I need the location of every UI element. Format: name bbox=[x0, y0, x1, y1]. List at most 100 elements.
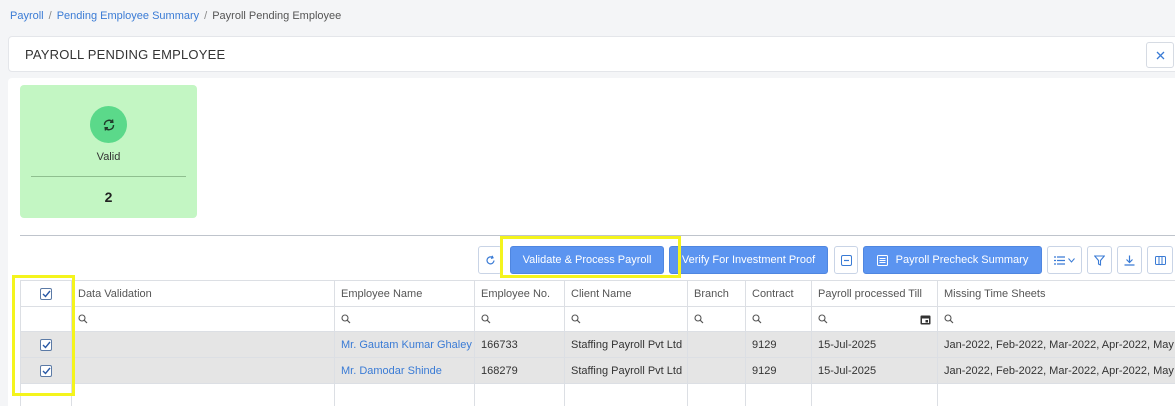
filter-icon bbox=[1094, 254, 1105, 266]
close-icon bbox=[1156, 51, 1164, 59]
cell-employee-no: 168279 bbox=[475, 358, 565, 384]
column-header-contract[interactable]: Contract bbox=[746, 280, 812, 307]
cell-payroll-till: 15-Jul-2025 bbox=[812, 358, 938, 384]
column-chooser-button[interactable] bbox=[1047, 246, 1082, 274]
column-header-branch[interactable]: Branch bbox=[688, 280, 746, 307]
chevron-down-icon bbox=[1068, 257, 1075, 263]
validate-process-payroll-button[interactable]: Validate & Process Payroll bbox=[510, 246, 664, 274]
select-all-checkbox[interactable] bbox=[40, 287, 52, 300]
filter-contract[interactable] bbox=[746, 307, 812, 332]
table-row[interactable]: Mr. Damodar Shinde 168279 Staffing Payro… bbox=[20, 358, 1175, 384]
column-header-payroll-till[interactable]: Payroll processed Till bbox=[812, 280, 938, 307]
close-button[interactable] bbox=[1146, 42, 1174, 68]
download-icon bbox=[1124, 255, 1135, 266]
refresh-icon bbox=[485, 255, 495, 264]
search-icon bbox=[341, 314, 351, 324]
cell-missing-timesheets: Jan-2022, Feb-2022, Mar-2022, Apr-2022, … bbox=[938, 358, 1175, 384]
cell-employee-name: Mr. Damodar Shinde bbox=[335, 358, 475, 384]
column-header-missing-timesheets[interactable]: Missing Time Sheets bbox=[938, 280, 1175, 307]
row-select-cell bbox=[20, 332, 72, 358]
empty-cell bbox=[565, 384, 688, 406]
check-icon bbox=[42, 367, 51, 375]
card-divider bbox=[31, 176, 186, 177]
grid-empty-row bbox=[20, 384, 1175, 406]
cell-client-name: Staffing Payroll Pvt Ltd bbox=[565, 332, 688, 358]
columns-icon bbox=[1154, 255, 1166, 265]
row-select-cell bbox=[20, 358, 72, 384]
calendar-icon[interactable] bbox=[920, 314, 931, 325]
employee-name-link[interactable]: Mr. Damodar Shinde bbox=[341, 365, 442, 377]
breadcrumb-pending-summary[interactable]: Pending Employee Summary bbox=[57, 10, 199, 22]
row-checkbox[interactable] bbox=[40, 364, 52, 377]
download-button[interactable] bbox=[1117, 246, 1142, 274]
check-icon bbox=[42, 290, 51, 298]
valid-summary-card[interactable]: Valid 2 bbox=[20, 85, 197, 218]
summary-icon bbox=[876, 254, 888, 266]
refresh-button[interactable] bbox=[478, 246, 502, 274]
empty-cell bbox=[688, 384, 746, 406]
payroll-precheck-summary-button[interactable]: Payroll Precheck Summary bbox=[863, 246, 1042, 274]
search-icon bbox=[78, 314, 88, 324]
empty-cell bbox=[746, 384, 812, 406]
column-chooser-icon bbox=[1054, 255, 1065, 265]
filter-payroll-till[interactable] bbox=[812, 307, 938, 332]
row-checkbox[interactable] bbox=[40, 338, 52, 351]
empty-cell bbox=[20, 384, 72, 406]
search-icon bbox=[481, 314, 491, 324]
grid-filter-row bbox=[20, 307, 1175, 332]
select-all-cell bbox=[20, 280, 72, 307]
filter-cell-empty bbox=[20, 307, 72, 332]
cell-employee-no: 166733 bbox=[475, 332, 565, 358]
collapse-icon bbox=[840, 254, 852, 266]
filter-branch[interactable] bbox=[688, 307, 746, 332]
page-header: PAYROLL PENDING EMPLOYEE bbox=[8, 36, 1175, 72]
search-icon bbox=[818, 314, 828, 324]
search-icon bbox=[694, 314, 704, 324]
column-header-employee-name[interactable]: Employee Name bbox=[335, 280, 475, 307]
cell-contract: 9129 bbox=[746, 358, 812, 384]
search-icon bbox=[752, 314, 762, 324]
content-panel: Valid 2 Validate & Process Payroll Verif… bbox=[8, 78, 1175, 406]
cell-branch bbox=[688, 332, 746, 358]
check-icon bbox=[42, 341, 51, 349]
columns-button[interactable] bbox=[1147, 246, 1173, 274]
grid-header-row: Data Validation Employee Name Employee N… bbox=[20, 280, 1175, 307]
section-divider bbox=[20, 235, 1175, 236]
cell-missing-timesheets: Jan-2022, Feb-2022, Mar-2022, Apr-2022, … bbox=[938, 332, 1175, 358]
empty-cell bbox=[938, 384, 1175, 406]
filter-client-name[interactable] bbox=[565, 307, 688, 332]
breadcrumb-separator: / bbox=[48, 10, 52, 22]
valid-label: Valid bbox=[96, 151, 121, 163]
cell-client-name: Staffing Payroll Pvt Ltd bbox=[565, 358, 688, 384]
search-icon bbox=[944, 314, 954, 324]
empty-cell bbox=[335, 384, 475, 406]
filter-employee-name[interactable] bbox=[335, 307, 475, 332]
column-header-employee-no[interactable]: Employee No. bbox=[475, 280, 565, 307]
filter-data-validation[interactable] bbox=[72, 307, 335, 332]
cell-data-validation bbox=[72, 358, 335, 384]
precheck-label: Payroll Precheck Summary bbox=[895, 254, 1029, 266]
empty-cell bbox=[72, 384, 335, 406]
valid-count: 2 bbox=[104, 189, 113, 205]
page-title: PAYROLL PENDING EMPLOYEE bbox=[25, 47, 226, 62]
breadcrumb-separator: / bbox=[204, 10, 208, 22]
verify-investment-proof-button[interactable]: Verify For Investment Proof bbox=[669, 246, 828, 274]
filter-button[interactable] bbox=[1087, 246, 1112, 274]
employee-name-link[interactable]: Mr. Gautam Kumar Ghaley bbox=[341, 339, 472, 351]
empty-cell bbox=[812, 384, 938, 406]
breadcrumb: Payroll / Pending Employee Summary / Pay… bbox=[10, 10, 341, 22]
collapse-button[interactable] bbox=[834, 246, 858, 274]
breadcrumb-payroll[interactable]: Payroll bbox=[10, 10, 44, 22]
column-header-client-name[interactable]: Client Name bbox=[565, 280, 688, 307]
cell-branch bbox=[688, 358, 746, 384]
column-header-data-validation[interactable]: Data Validation bbox=[72, 280, 335, 307]
breadcrumb-current: Payroll Pending Employee bbox=[212, 10, 342, 22]
filter-employee-no[interactable] bbox=[475, 307, 565, 332]
search-icon bbox=[571, 314, 581, 324]
table-row[interactable]: Mr. Gautam Kumar Ghaley 166733 Staffing … bbox=[20, 332, 1175, 358]
cell-data-validation bbox=[72, 332, 335, 358]
cell-contract: 9129 bbox=[746, 332, 812, 358]
empty-cell bbox=[475, 384, 565, 406]
sync-icon bbox=[90, 106, 127, 143]
filter-missing-timesheets[interactable] bbox=[938, 307, 1175, 332]
